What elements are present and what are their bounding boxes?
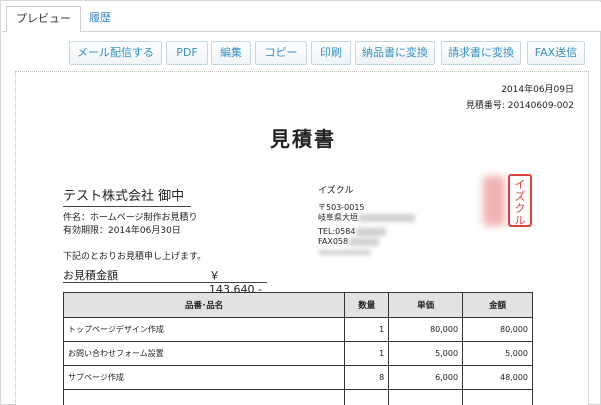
total-label: お見積金額 <box>63 269 118 282</box>
item-qty: 1 <box>344 341 390 366</box>
copy-button[interactable]: コピー <box>255 41 307 65</box>
company-contact: TEL:0584 FAX058 <box>318 227 387 247</box>
item-amount <box>462 389 533 405</box>
header-unit-price: 単価 <box>388 292 464 318</box>
item-amount: 80,000 <box>462 317 533 342</box>
item-name <box>62 389 346 405</box>
toolbar: メール配信する PDF 編集 コピー 印刷 納品書に変換 請求書に変換 FAX送… <box>1 41 601 67</box>
address-line: 岐阜県大垣 <box>318 213 415 223</box>
item-name: お問い合わせフォーム設置 <box>62 341 346 366</box>
item-price: 5,000 <box>388 341 464 366</box>
table-header-row: 品番･品名 数量 単価 金額 <box>62 292 533 318</box>
client-name: テスト株式会社 御中 <box>63 185 191 207</box>
preview-window: プレビュー 履歴 メール配信する PDF 編集 コピー 印刷 納品書に変換 請求… <box>0 0 601 405</box>
item-qty: 1 <box>344 317 390 342</box>
tab-preview[interactable]: プレビュー <box>6 6 81 33</box>
document-title: 見積書 <box>270 127 336 151</box>
company-seal: イ ズ ク ル <box>508 174 532 227</box>
print-button[interactable]: 印刷 <box>311 41 351 65</box>
company-name: イズクル <box>318 186 354 196</box>
seal-char-2: ズ <box>515 189 526 203</box>
table-row: お問い合わせフォーム設置 1 5,000 5,000 <box>62 341 533 366</box>
tab-history[interactable]: 履歴 <box>80 6 120 33</box>
send-email-button[interactable]: メール配信する <box>69 41 162 65</box>
pdf-button[interactable]: PDF <box>166 41 208 65</box>
seal-mark: イ ズ ク ル <box>515 178 526 225</box>
line-items-table: 品番･品名 数量 単価 金額 トップページデザイン作成 1 80,000 80,… <box>62 292 533 405</box>
item-price: 6,000 <box>388 365 464 390</box>
header-quantity: 数量 <box>344 292 390 318</box>
subject: 件名：ホームページ制作お見積り <box>63 213 198 223</box>
convert-to-delivery-button[interactable]: 納品書に変換 <box>355 41 435 65</box>
header-amount: 金額 <box>462 292 533 318</box>
fax-send-button[interactable]: FAX送信 <box>527 41 585 65</box>
item-qty <box>344 389 390 405</box>
postal-code: 〒503-0015 <box>318 203 365 212</box>
tel-line: TEL:0584 <box>318 227 387 237</box>
table-row: トップページデザイン作成 1 80,000 80,000 <box>62 317 533 342</box>
item-price: 80,000 <box>388 317 464 342</box>
seal-char-4: ル <box>515 214 526 225</box>
table-row: サブページ作成 8 6,000 48,000 <box>62 365 533 390</box>
redacted-tel <box>356 227 387 236</box>
header-item-name: 品番･品名 <box>62 292 346 318</box>
tel-text: TEL:0584 <box>318 227 356 236</box>
tab-bar: プレビュー 履歴 <box>2 2 601 33</box>
validity-date: 有効期限：2014年06月30日 <box>63 226 181 236</box>
item-qty: 8 <box>344 365 390 390</box>
item-name: サブページ作成 <box>62 365 346 390</box>
redacted-fax <box>349 237 380 246</box>
table-row <box>62 389 533 405</box>
item-amount: 48,000 <box>462 365 533 390</box>
total-amount-row: お見積金額 ￥ 143,640 - <box>63 267 267 296</box>
redacted-seal <box>483 176 505 226</box>
fax-line: FAX058 <box>318 237 386 247</box>
estimate-document: 2014年06月09日 見積番号: 20140609-002 見積書 テスト株式… <box>15 71 589 405</box>
intro-text: 下記のとおりお見積申し上げます。 <box>63 252 207 262</box>
redacted-address <box>359 213 415 222</box>
fax-text: FAX058 <box>318 237 349 246</box>
issue-date: 2014年06月09日 <box>501 85 574 95</box>
item-price <box>388 389 464 405</box>
redacted-email <box>319 250 371 255</box>
address-text: 岐阜県大垣 <box>318 213 358 222</box>
company-address: 〒503-0015 岐阜県大垣 <box>318 203 415 223</box>
convert-to-invoice-button[interactable]: 請求書に変換 <box>441 41 521 65</box>
item-amount: 5,000 <box>462 341 533 366</box>
edit-button[interactable]: 編集 <box>211 41 251 65</box>
item-name: トップページデザイン作成 <box>62 317 346 342</box>
estimate-number: 見積番号: 20140609-002 <box>465 101 574 111</box>
